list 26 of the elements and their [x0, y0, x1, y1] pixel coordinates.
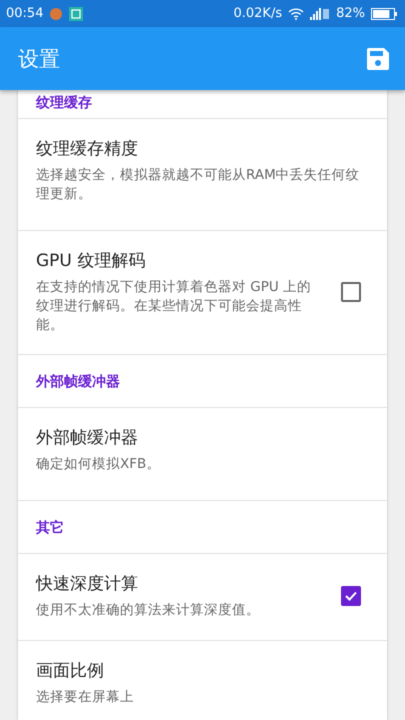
network-speed: 0.02K/s — [233, 6, 282, 21]
checkbox[interactable] — [341, 282, 361, 302]
save-icon[interactable] — [367, 48, 389, 70]
setting-summary: 使用不太准确的算法来计算深度值。 — [36, 601, 261, 620]
setting-title[interactable]: GPU 纹理解码 — [36, 248, 321, 272]
checkbox[interactable] — [341, 586, 361, 606]
battery-percent: 82% — [336, 6, 365, 21]
section-header: 其它 — [18, 501, 387, 554]
setting-title[interactable]: 纹理缓存精度 — [36, 137, 369, 160]
setting-title[interactable]: 快速深度计算 — [36, 572, 321, 596]
setting-summary: 在支持的情况下使用计算着色器对 GPU 上的纹理进行解码。在某些情况下可能会提高性能。 — [36, 278, 312, 334]
setting-summary: 确定如何模拟XFB。 — [36, 455, 162, 474]
section-header: 外部帧缓冲器 — [18, 355, 387, 408]
avatar-icon — [49, 6, 64, 20]
scan-icon — [69, 6, 84, 20]
setting-summary: 选择要在屏幕上 — [36, 688, 135, 708]
check-icon — [344, 589, 358, 604]
battery-icon — [371, 8, 397, 20]
signal-icon — [310, 8, 330, 20]
section-header: 纹理缓存 — [18, 90, 387, 119]
wifi-icon — [288, 8, 304, 20]
setting-title[interactable]: 外部帧缓冲器 — [36, 426, 369, 450]
status-time: 00:54 — [6, 6, 44, 21]
setting-title[interactable]: 画面比例 — [36, 659, 369, 682]
setting-summary: 选择越安全，模拟器就越不可能从RAM中丢失任何纹理更新。 — [36, 166, 361, 204]
screen-title: 设置 — [18, 46, 61, 72]
